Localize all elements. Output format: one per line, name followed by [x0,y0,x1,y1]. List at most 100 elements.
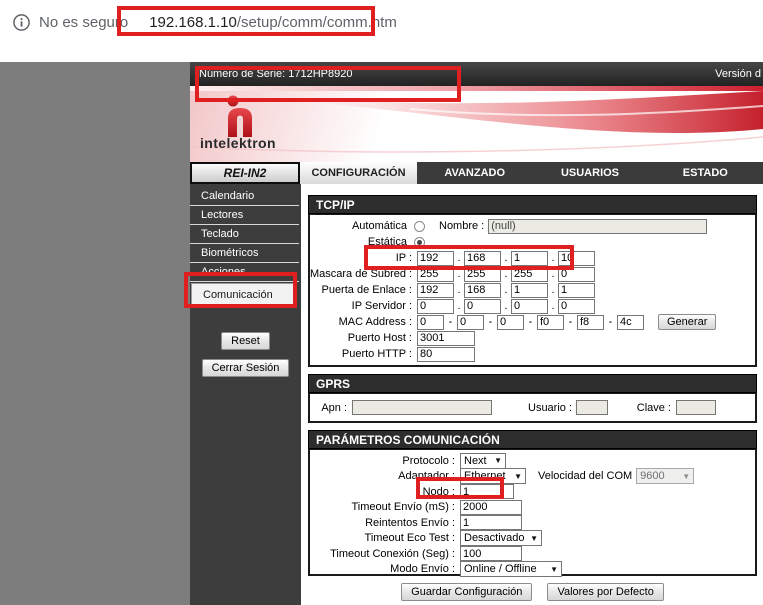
timeout-send-label: Timeout Envío (mS) : [310,501,460,513]
gateway-octet-1[interactable] [417,283,454,298]
timeout-send-input[interactable] [460,500,522,515]
adapter-dropdown[interactable]: Ethernet▼ [460,468,526,484]
info-icon[interactable] [13,14,30,31]
mac-part-3[interactable] [497,315,524,330]
ip-octet-1[interactable] [417,251,454,266]
parametros-section-title: PARÁMETROS COMUNICACIÓN [308,430,757,449]
eco-test-label: Timeout Eco Test : [310,532,460,544]
mac-part-1[interactable] [417,315,444,330]
dot-separator: . [548,252,558,264]
intelektron-logo: intelektron [200,95,276,151]
dot-separator: . [454,284,464,296]
dot-separator: . [501,284,511,296]
url-text[interactable]: 192.168.1.10/setup/comm/comm.htm [149,14,397,31]
timeout-conn-label: Timeout Conexión (Seg) : [310,548,460,560]
timeout-conn-input[interactable] [460,546,522,561]
dash-separator: - [444,316,457,328]
device-model-badge: REI-IN2 [190,162,300,184]
sidebar-item-acciones[interactable]: Acciones [190,263,299,282]
sidebar-item-calendario[interactable]: Calendario [190,187,299,206]
logout-button[interactable]: Cerrar Sesión [202,359,290,377]
static-label: Estática [310,236,412,248]
mask-octet-4[interactable] [558,267,595,282]
ip-octet-2[interactable] [464,251,501,266]
ip-octet-3[interactable] [511,251,548,266]
tab-estado[interactable]: ESTADO [648,162,763,184]
host-port-input[interactable] [417,331,475,346]
sidebar-item-teclado[interactable]: Teclado [190,225,299,244]
mask-octet-1[interactable] [417,267,454,282]
server-ip-label: IP Servidor : [310,300,417,312]
dot-separator: . [454,300,464,312]
main-navigation: REI-IN2 CONFIGURACIÓN AVANZADO USUARIOS … [190,162,763,184]
save-config-button[interactable]: Guardar Configuración [401,583,532,601]
static-radio[interactable] [414,237,425,248]
url-path: /setup/comm/comm.htm [237,14,397,31]
host-port-label: Puerto Host : [310,332,417,344]
apn-label: Apn : [310,402,352,414]
dropdown-arrow-icon: ▼ [494,456,502,465]
mac-part-4[interactable] [537,315,564,330]
apn-input[interactable] [352,400,492,415]
server-octet-4[interactable] [558,299,595,314]
dot-separator: . [548,284,558,296]
dropdown-arrow-icon: ▼ [530,534,538,543]
mask-octet-3[interactable] [511,267,548,282]
send-mode-dropdown[interactable]: Online / Offline▼ [460,561,562,577]
serial-number-label: Número de Serie: 1712HP8920 [199,68,352,80]
subnet-mask-label: Mascara de Subred : [310,268,417,280]
node-input[interactable] [460,484,514,499]
mac-part-5[interactable] [577,315,604,330]
tab-avanzado[interactable]: AVANZADO [417,162,532,184]
defaults-button[interactable]: Valores por Defecto [547,583,663,601]
mac-part-6[interactable] [617,315,644,330]
generate-mac-button[interactable]: Generar [658,314,716,330]
adapter-label: Adaptador : [310,470,460,482]
url-domain: 192.168.1.10 [149,14,237,31]
mask-octet-2[interactable] [464,267,501,282]
server-octet-2[interactable] [464,299,501,314]
sidebar: Calendario Lectores Teclado Biométricos … [190,184,301,605]
gateway-octet-4[interactable] [558,283,595,298]
gprs-section-title: GPRS [308,374,757,393]
dot-separator: . [548,268,558,280]
automatic-radio[interactable] [414,221,425,232]
gateway-octet-2[interactable] [464,283,501,298]
tab-usuarios[interactable]: USUARIOS [532,162,647,184]
name-input[interactable] [488,219,707,234]
com-speed-label: Velocidad del COM [538,470,632,482]
retries-input[interactable] [460,515,522,530]
server-octet-3[interactable] [511,299,548,314]
sidebar-item-biometricos[interactable]: Biométricos [190,244,299,263]
mac-part-2[interactable] [457,315,484,330]
gprs-user-input[interactable] [576,400,608,415]
brand-banner: intelektron [190,91,763,162]
device-header-bar: Número de Serie: 1712HP8920 Versión d [190,62,763,86]
dot-separator: . [548,300,558,312]
gateway-octet-3[interactable] [511,283,548,298]
dash-separator: - [604,316,617,328]
sidebar-item-lectores[interactable]: Lectores [190,206,299,225]
dropdown-arrow-icon: ▼ [550,565,558,574]
gprs-password-input[interactable] [676,400,716,415]
section-tcpip: TCP/IP Automática Nombre : Estática [308,195,757,367]
name-label: Nombre : [439,220,484,232]
automatic-label: Automática [310,220,412,232]
intelektron-logo-icon [224,95,256,137]
security-status-label[interactable]: No es seguro [39,14,128,31]
mac-address-label: MAC Address : [310,316,417,328]
dot-separator: . [454,268,464,280]
dot-separator: . [454,252,464,264]
ip-label: IP : [310,252,417,264]
eco-test-dropdown[interactable]: Desactivado▼ [460,530,542,546]
dash-separator: - [524,316,537,328]
sidebar-item-comunicacion[interactable]: Comunicación [191,283,294,307]
reset-button[interactable]: Reset [221,332,270,350]
ip-octet-4[interactable] [558,251,595,266]
browser-address-bar: No es seguro 192.168.1.10/setup/comm/com… [0,0,763,45]
dot-separator: . [501,268,511,280]
http-port-input[interactable] [417,347,475,362]
protocol-dropdown[interactable]: Next▼ [460,453,506,469]
server-octet-1[interactable] [417,299,454,314]
tab-configuracion[interactable]: CONFIGURACIÓN [300,162,417,184]
